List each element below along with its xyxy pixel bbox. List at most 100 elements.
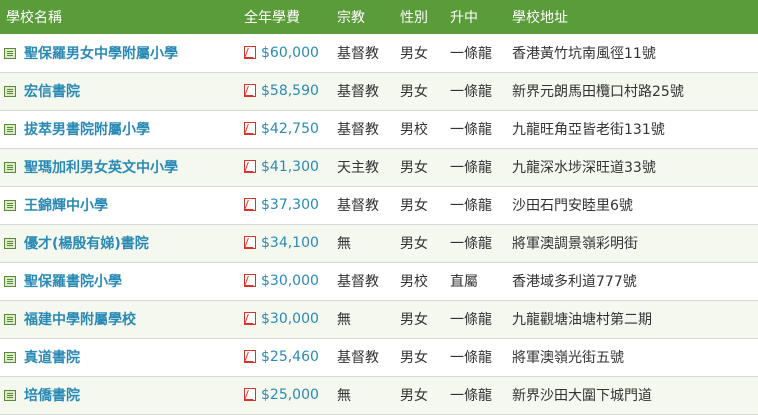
gender-cell: 男校 [400, 122, 428, 138]
header-promotion[interactable]: 升中 [444, 0, 506, 34]
pdf-icon[interactable] [244, 274, 256, 287]
fee-link[interactable]: $58,590 [261, 83, 319, 99]
gender-cell: 男女 [400, 84, 428, 100]
school-name-cell: 真道書院 [0, 338, 238, 376]
promotion-cell: 一條龍 [450, 84, 492, 100]
list-icon [4, 352, 16, 363]
religion-cell: 無 [337, 236, 351, 252]
fee-link[interactable]: $34,100 [261, 235, 319, 251]
fee-link[interactable]: $60,000 [261, 45, 319, 61]
fee-cell: $42,750 [238, 110, 331, 148]
school-name-link[interactable]: 王錦輝中小學 [24, 198, 108, 214]
fee-cell: $60,000 [238, 34, 331, 72]
table-row: 拔萃男書院附屬小學 $42,750 基督教 男校 一條龍 九龍旺角亞皆老街131號 [0, 110, 758, 148]
religion-cell: 天主教 [337, 160, 379, 176]
school-name-link[interactable]: 真道書院 [24, 350, 80, 366]
fee-cell: $25,460 [238, 338, 331, 376]
fee-link[interactable]: $42,750 [261, 121, 319, 137]
gender-cell: 男女 [400, 312, 428, 328]
fee-link[interactable]: $37,300 [261, 197, 319, 213]
fee-cell: $34,100 [238, 224, 331, 262]
pdf-icon[interactable] [244, 122, 256, 135]
pdf-icon[interactable] [244, 84, 256, 97]
gender-cell: 男校 [400, 274, 428, 290]
pdf-icon[interactable] [244, 236, 256, 249]
fee-cell: $30,000 [238, 300, 331, 338]
school-name-link[interactable]: 拔萃男書院附屬小學 [24, 122, 150, 138]
table-row: 福建中學附屬學校 $30,000 無 男女 一條龍 九龍觀塘油塘村第二期 [0, 300, 758, 338]
school-name-link[interactable]: 優才(楊殷有娣)書院 [24, 236, 149, 252]
pdf-icon[interactable] [244, 350, 256, 363]
list-icon [4, 162, 16, 173]
religion-cell: 基督教 [337, 84, 379, 100]
fee-link[interactable]: $41,300 [261, 159, 319, 175]
pdf-icon[interactable] [244, 45, 256, 59]
address-cell: 九龍觀塘油塘村第二期 [512, 312, 652, 328]
school-name-link[interactable]: 聖保羅書院小學 [24, 274, 122, 290]
religion-cell: 基督教 [337, 45, 379, 62]
address-cell: 九龍旺角亞皆老街131號 [512, 122, 665, 138]
fee-cell: $30,000 [238, 262, 331, 300]
religion-cell: 基督教 [337, 198, 379, 214]
gender-cell: 男女 [400, 198, 428, 214]
header-gender[interactable]: 性別 [394, 0, 444, 34]
fee-link[interactable]: $25,000 [261, 387, 319, 403]
gender-cell: 男女 [400, 388, 428, 404]
religion-cell: 無 [337, 388, 351, 404]
fee-link[interactable]: $25,460 [261, 349, 319, 365]
school-name-cell: 聖瑪加利男女英文中小學 [0, 148, 238, 186]
promotion-cell: 一條龍 [450, 198, 492, 214]
school-name-link[interactable]: 聖保羅男女中學附屬小學 [24, 46, 178, 62]
school-table: 學校名稱 全年學費 宗教 性別 升中 學校地址 聖保羅男女中學附屬小學 $60,0… [0, 0, 758, 415]
religion-cell: 基督教 [337, 122, 379, 138]
header-school-name[interactable]: 學校名稱 [0, 0, 238, 34]
school-name-link[interactable]: 福建中學附屬學校 [24, 312, 136, 328]
promotion-cell: 一條龍 [450, 45, 492, 62]
header-religion[interactable]: 宗教 [331, 0, 394, 34]
header-address[interactable]: 學校地址 [506, 0, 758, 34]
list-icon [4, 86, 16, 97]
gender-cell: 男女 [400, 236, 428, 252]
address-cell: 香港域多利道777號 [512, 274, 637, 290]
pdf-icon[interactable] [244, 312, 256, 325]
gender-cell: 男女 [400, 160, 428, 176]
promotion-cell: 直屬 [450, 274, 478, 290]
address-cell: 新界元朗馬田欖口村路25號 [512, 84, 684, 100]
table-row: 培僑書院 $25,000 無 男女 一條龍 新界沙田大圍下城門道 [0, 376, 758, 414]
address-cell: 香港黃竹坑南風徑11號 [512, 45, 656, 62]
gender-cell: 男女 [400, 45, 428, 62]
gender-cell: 男女 [400, 350, 428, 366]
address-cell: 九龍深水埗深旺道33號 [512, 160, 656, 176]
pdf-icon[interactable] [244, 160, 256, 173]
fee-link[interactable]: $30,000 [261, 273, 319, 289]
pdf-icon[interactable] [244, 198, 256, 211]
religion-cell: 基督教 [337, 350, 379, 366]
table-row: 真道書院 $25,460 基督教 男女 一條龍 將軍澳嶺光街五號 [0, 338, 758, 376]
promotion-cell: 一條龍 [450, 388, 492, 404]
promotion-cell: 一條龍 [450, 236, 492, 252]
promotion-cell: 一條龍 [450, 312, 492, 328]
school-name-link[interactable]: 宏信書院 [24, 84, 80, 100]
list-icon [4, 390, 16, 401]
address-cell: 沙田石門安睦里6號 [512, 198, 633, 214]
list-icon [4, 276, 16, 287]
fee-cell: $58,590 [238, 72, 331, 110]
school-name-cell: 聖保羅男女中學附屬小學 [0, 34, 238, 72]
school-name-link[interactable]: 聖瑪加利男女英文中小學 [24, 160, 178, 176]
school-name-cell: 優才(楊殷有娣)書院 [0, 224, 238, 262]
fee-cell: $25,000 [238, 376, 331, 414]
fee-cell: $37,300 [238, 186, 331, 224]
school-name-link[interactable]: 培僑書院 [24, 388, 80, 404]
address-cell: 將軍澳調景嶺彩明街 [512, 236, 638, 252]
religion-cell: 基督教 [337, 274, 379, 290]
table-row: 王錦輝中小學 $37,300 基督教 男女 一條龍 沙田石門安睦里6號 [0, 186, 758, 224]
pdf-icon[interactable] [244, 388, 256, 401]
fee-cell: $41,300 [238, 148, 331, 186]
promotion-cell: 一條龍 [450, 122, 492, 138]
header-annual-fee[interactable]: 全年學費 [238, 0, 331, 34]
fee-link[interactable]: $30,000 [261, 311, 319, 327]
school-name-cell: 福建中學附屬學校 [0, 300, 238, 338]
list-icon [4, 238, 16, 249]
school-name-cell: 宏信書院 [0, 72, 238, 110]
table-row: 聖保羅書院小學 $30,000 基督教 男校 直屬 香港域多利道777號 [0, 262, 758, 300]
